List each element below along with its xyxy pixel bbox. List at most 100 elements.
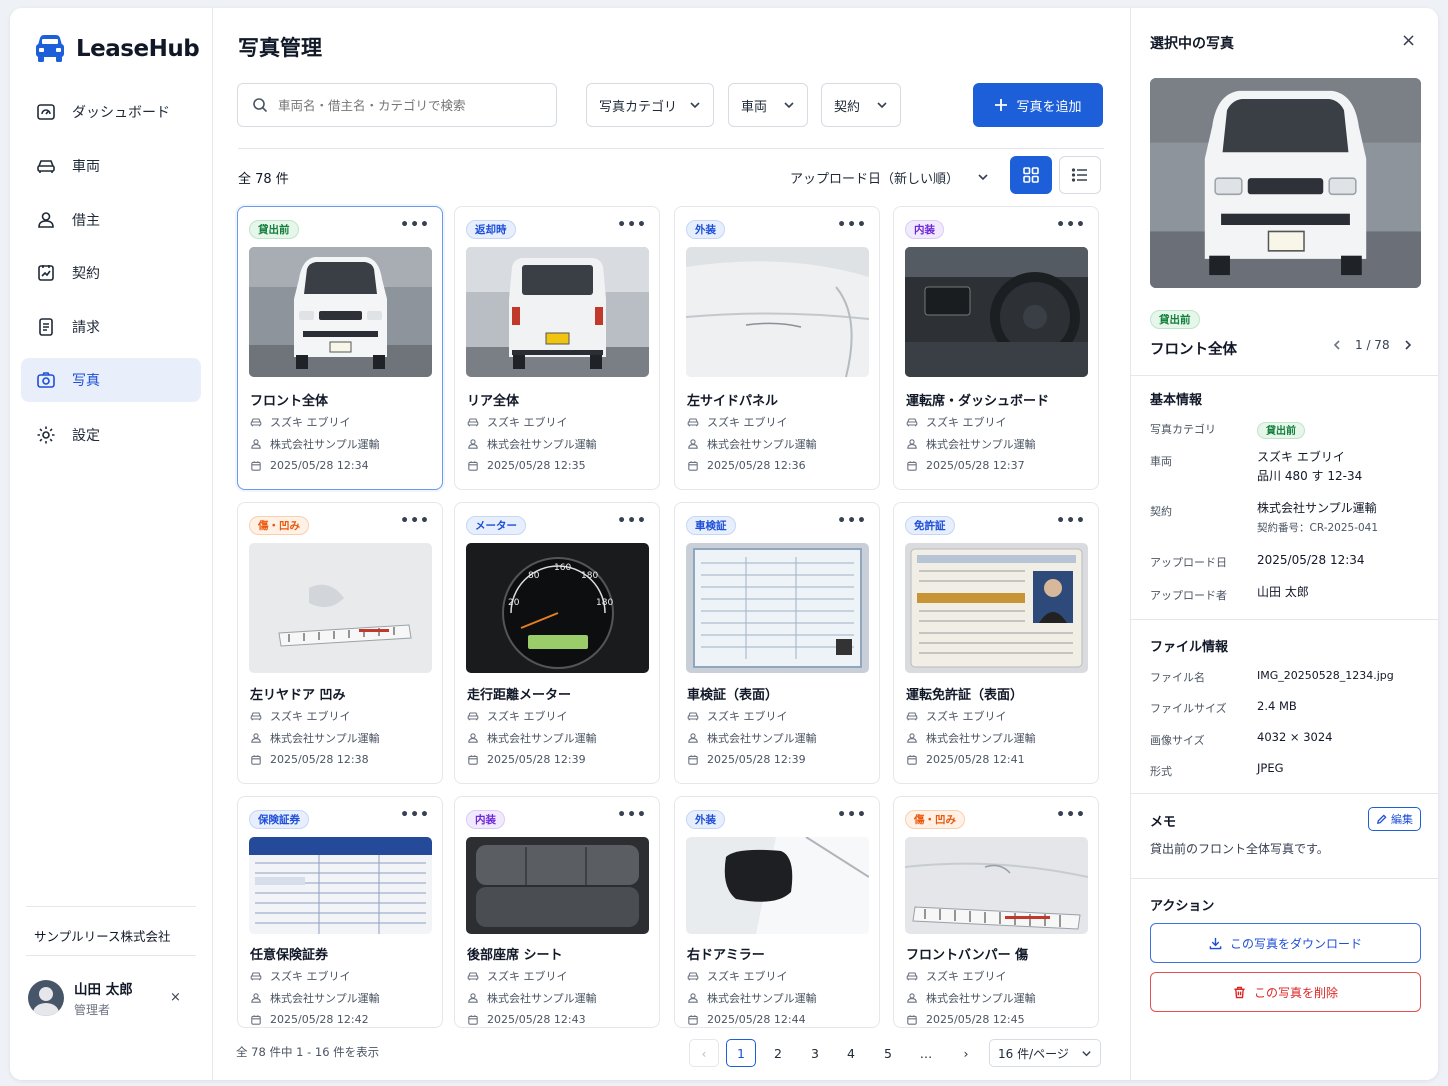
next-page-button[interactable]: › [951, 1039, 981, 1067]
sidebar-item-invoices[interactable]: 請求 [21, 305, 201, 349]
photo-card[interactable]: 外装 ••• 左サイドパネル スズキ エブリイ 株式会社サンプル運輸 2025/05/28… [674, 206, 880, 490]
mirror-photo [686, 837, 869, 934]
more-options-icon[interactable]: ••• [400, 217, 430, 233]
prev-page-button[interactable]: ‹ [689, 1039, 719, 1067]
photo-card[interactable]: 車検証 ••• 車検証（表面） スズキ エブリイ 株式会社サンプル運輸 2025/05/2… [674, 502, 880, 784]
photo-card[interactable]: 外装 ••• 右ドアミラー スズキ エブリイ 株式会社サンプル運輸 2025/05/28 … [674, 796, 880, 1028]
user-profile[interactable]: 山田 太郎 管理者 [28, 978, 133, 1018]
list-view-button[interactable] [1059, 156, 1101, 194]
car-icon [687, 972, 699, 981]
more-options-icon[interactable]: ••• [400, 513, 430, 529]
filter-category-dropdown[interactable]: 写真カテゴリ [586, 83, 714, 127]
close-icon[interactable]: × [1401, 30, 1416, 51]
download-photo-button[interactable]: この写真をダウンロード [1150, 923, 1421, 963]
photo-thumbnail[interactable]: 80 160 180 20 180 [466, 543, 649, 673]
photo-thumbnail[interactable] [249, 543, 432, 673]
search-box[interactable] [237, 83, 557, 127]
divider [1131, 375, 1438, 376]
filter-vehicle-dropdown[interactable]: 車両 [728, 83, 808, 127]
lessee-name: 株式会社サンプル運輸 [270, 992, 380, 1005]
photo-thumbnail[interactable] [905, 543, 1088, 673]
more-options-icon[interactable]: ••• [617, 513, 647, 529]
grid-view-button[interactable] [1010, 156, 1052, 194]
more-options-icon[interactable]: ••• [617, 807, 647, 823]
add-photo-button[interactable]: 写真を追加 [973, 83, 1103, 127]
photo-card[interactable]: 保険証券 ••• 任意保険証券 スズキ エブリイ 株式会社サンプル運輸 2025/05/2… [237, 796, 443, 1028]
photo-thumbnail[interactable] [686, 543, 869, 673]
filter-contract-dropdown[interactable]: 契約 [821, 83, 901, 127]
chevron-down-icon [784, 102, 794, 109]
vehicle-name: スズキ エブリイ [926, 710, 1007, 723]
photo-card[interactable]: 免許証 ••• 運転免許証（表面） スズキ エブリイ 株式会社サンプル運輸 2025/05… [893, 502, 1099, 784]
photo-thumbnail[interactable] [686, 837, 869, 934]
calendar-icon [688, 1014, 698, 1025]
chevron-right-icon[interactable] [1402, 339, 1414, 351]
edit-memo-button[interactable]: 編集 [1368, 807, 1421, 831]
delete-photo-button[interactable]: この写真を削除 [1150, 972, 1421, 1012]
photo-date: 2025/05/28 12:37 [906, 459, 1025, 472]
photo-card[interactable]: メーター ••• 80 160 180 20 180 走行距離メーター スズキ エブリイ 株式会社… [454, 502, 660, 784]
photo-thumbnail[interactable] [249, 837, 432, 934]
per-page-select[interactable]: 16 件/ページ [989, 1039, 1101, 1067]
photo-date: 2025/05/28 12:38 [250, 753, 369, 766]
vehicle-plate: 品川 480 す 12-34 [1257, 469, 1363, 483]
car-icon [250, 972, 262, 981]
per-page-label: 16 件/ページ [998, 1046, 1069, 1061]
page-3-button[interactable]: 3 [800, 1039, 830, 1067]
more-options-icon[interactable]: ••• [837, 513, 867, 529]
lessee-name: 株式会社サンプル運輸 [926, 438, 1036, 451]
more-options-icon[interactable]: ••• [1056, 513, 1086, 529]
user-close-icon[interactable]: × [170, 990, 181, 1005]
photo-title: 車検証（表面） [687, 688, 779, 703]
photo-card[interactable]: 内装 ••• 後部座席 シート スズキ エブリイ 株式会社サンプル運輸 2025/05/2… [454, 796, 660, 1028]
more-options-icon[interactable]: ••• [400, 807, 430, 823]
page-5-button[interactable]: 5 [873, 1039, 903, 1067]
photo-vehicle: スズキ エブリイ [250, 414, 351, 430]
page-1-button[interactable]: 1 [726, 1039, 756, 1067]
svg-text:160: 160 [554, 563, 571, 573]
more-options-icon[interactable]: ••• [837, 217, 867, 233]
sidebar-item-label: ダッシュボード [72, 105, 170, 121]
photo-card[interactable]: 内装 ••• 運転席・ダッシュボード スズキ エブリイ 株式会社サンプル運輸 2025/0… [893, 206, 1099, 490]
photo-thumbnail[interactable] [905, 247, 1088, 377]
photo-lessee: 株式会社サンプル運輸 [906, 730, 1036, 746]
photo-thumbnail[interactable] [905, 837, 1088, 934]
sidebar-item-lessees[interactable]: 借主 [21, 198, 201, 242]
more-options-icon[interactable]: ••• [837, 807, 867, 823]
category-badge: メーター [466, 516, 526, 535]
upload-date: 2025/05/28 12:37 [926, 459, 1025, 472]
photo-thumbnail[interactable] [249, 247, 432, 377]
selected-photo-preview [1150, 78, 1421, 288]
photo-lessee: 株式会社サンプル運輸 [687, 730, 817, 746]
sidebar-item-vehicles[interactable]: 車両 [21, 144, 201, 188]
page-4-button[interactable]: 4 [836, 1039, 866, 1067]
sidebar-item-contracts[interactable]: 契約 [21, 251, 201, 295]
sidebar-item-settings[interactable]: 設定 [21, 413, 201, 457]
car-icon [250, 712, 262, 721]
document-photo [686, 543, 869, 673]
photo-thumbnail[interactable] [686, 247, 869, 377]
more-options-icon[interactable]: ••• [617, 217, 647, 233]
photo-card[interactable]: 傷・凹み ••• フロントバンパー 傷スズキ エブリイ 株式会社サンプル運輸 2025/… [893, 796, 1099, 1028]
photo-card[interactable]: 貸出前 ••• フロント全体 スズキ エブリイ 株式会社サンプル運輸 2025/05/28… [237, 206, 443, 490]
memo-title: メモ [1150, 815, 1177, 830]
photo-thumbnail[interactable] [466, 247, 649, 377]
sort-dropdown[interactable]: アップロード日（新しい順） [790, 163, 989, 191]
photo-thumbnail[interactable] [466, 837, 649, 934]
sidebar-item-photos[interactable]: 写真 [21, 358, 201, 402]
lessee-name: 株式会社サンプル運輸 [487, 992, 597, 1005]
chevron-left-icon[interactable] [1331, 339, 1343, 351]
page-2-button[interactable]: 2 [763, 1039, 793, 1067]
contract-icon [38, 265, 54, 281]
photo-card[interactable]: 傷・凹み ••• 左リヤドア 凹み スズキ エブリイ 株式会社サンプル運輸 2025/05… [237, 502, 443, 784]
photo-lessee: 株式会社サンプル運輸 [687, 436, 817, 452]
more-options-icon[interactable]: ••• [1056, 807, 1086, 823]
gear-icon [37, 426, 55, 444]
sidebar: LeaseHub ダッシュボード 車両 借主 契約 請求 写真 設定 サンプルリ… [10, 8, 213, 1080]
brand[interactable]: LeaseHub [34, 34, 200, 64]
sidebar-item-dashboard[interactable]: ダッシュボード [21, 90, 201, 134]
more-options-icon[interactable]: ••• [1056, 217, 1086, 233]
photo-date: 2025/05/28 12:44 [687, 1013, 806, 1026]
photo-card[interactable]: 返却時 ••• リア全体 スズキ エブリイ 株式会社サンプル運輸 2025/05/28 1… [454, 206, 660, 490]
search-input[interactable] [278, 97, 538, 113]
